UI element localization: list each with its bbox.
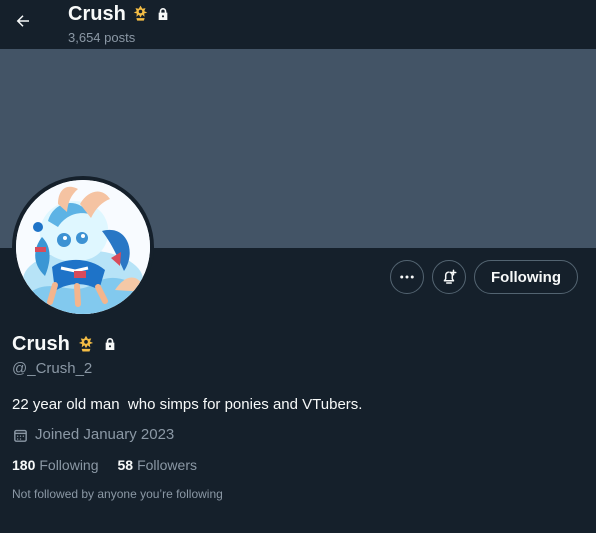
arrow-left-icon — [16, 15, 29, 27]
following-button[interactable]: Following — [474, 260, 578, 294]
lock-icon — [105, 338, 115, 350]
bio: 22 year old man who simps for ponies and… — [12, 396, 363, 413]
pony-avatar-image — [16, 180, 150, 314]
header-name-row: Crush — [68, 2, 171, 26]
profile-page: Crush 3,654 posts Following Crush @_Crus… — [0, 0, 596, 533]
gold-crown-emblem-icon — [78, 335, 93, 351]
more-dots-icon — [400, 275, 414, 279]
gold-crown-emblem-icon — [133, 5, 148, 21]
followers-label: Followers — [137, 457, 197, 473]
following-count-link[interactable]: 180 Following — [12, 457, 99, 474]
lock-icon — [158, 8, 168, 20]
following-label: Following — [39, 457, 99, 473]
profile-name-row: Crush — [12, 332, 582, 356]
back-button[interactable] — [9, 7, 37, 35]
joined-text: Joined January 2023 — [35, 426, 175, 443]
display-name: Crush — [12, 333, 70, 355]
calendar-icon — [14, 429, 27, 442]
notifications-button[interactable] — [432, 260, 467, 294]
more-button[interactable] — [390, 260, 425, 294]
header-profile-name: Crush — [68, 3, 126, 25]
following-count: 180 — [12, 457, 36, 473]
not-followed-text: Not followed by anyone you’re following — [12, 487, 223, 501]
joined-date: Joined January 2023 — [12, 426, 582, 444]
follow-stats: 180 Following 58 Followers — [12, 457, 582, 474]
profile-info: Crush @_Crush_2 22 year old man who simp… — [12, 332, 582, 502]
avatar-frame[interactable] — [12, 176, 154, 318]
top-bar: Crush 3,654 posts — [0, 0, 596, 49]
post-count: 3,654 posts — [68, 30, 136, 45]
profile-header-text: Crush 3,654 posts — [68, 2, 171, 46]
followers-count-link[interactable]: 58 Followers — [118, 457, 197, 474]
bell-plus-icon — [443, 269, 457, 284]
profile-actions: Following — [390, 260, 578, 294]
handle: @_Crush_2 — [12, 360, 93, 377]
avatar[interactable] — [16, 180, 150, 314]
followers-count: 58 — [117, 457, 134, 473]
